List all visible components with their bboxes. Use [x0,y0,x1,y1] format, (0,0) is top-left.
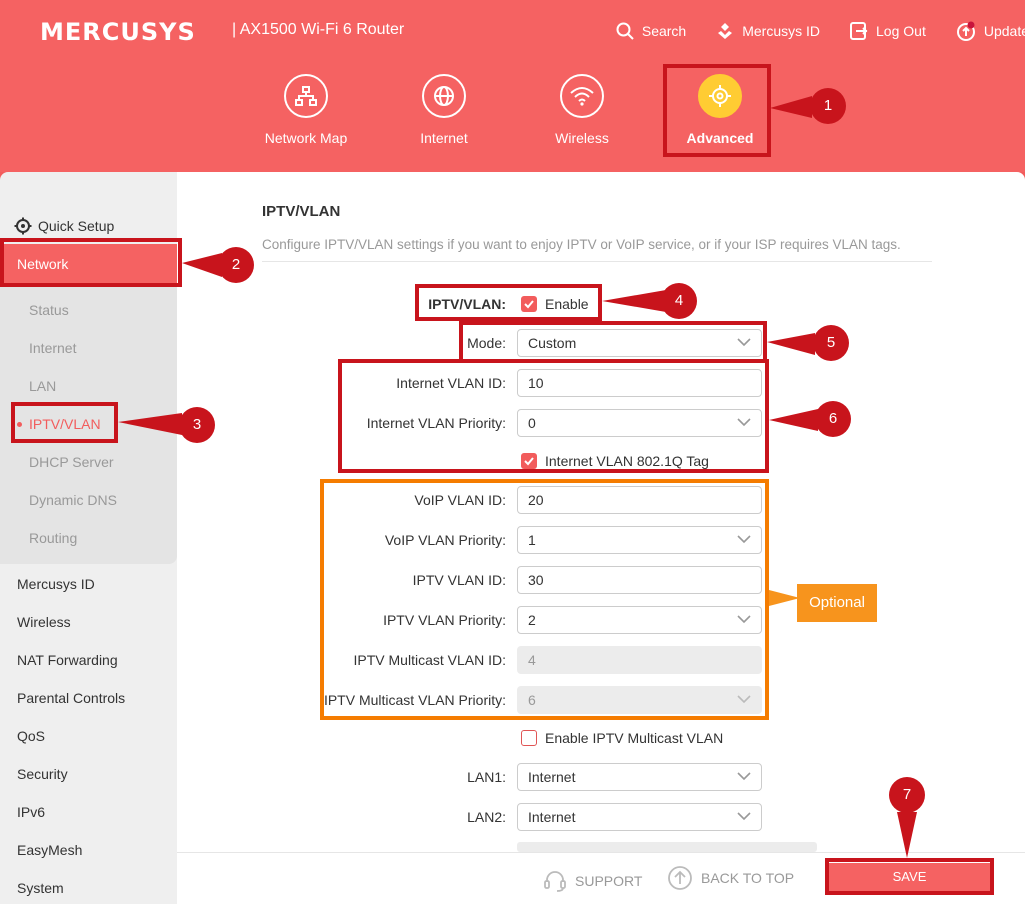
brand-logo: MERCUSYS [40,18,196,46]
lan1-select[interactable]: Internet [517,763,762,791]
enable-multicast-label: Enable IPTV Multicast VLAN [545,730,724,746]
annotation-number-7: 7 [889,777,925,813]
lan2-label: LAN2: [467,809,506,825]
sidebar-item-system[interactable]: System [17,880,64,896]
page-title: IPTV/VLAN [262,203,341,220]
checkbox-unchecked-icon [521,730,537,746]
chevron-down-icon [737,772,751,781]
network-map-icon [284,74,328,118]
search-icon [616,22,634,40]
annotation-number-5: 5 [813,325,849,361]
support-link[interactable]: SUPPORT [543,870,642,892]
back-to-top-link[interactable]: BACK TO TOP [667,865,794,891]
logout-icon [850,22,868,40]
tab-wireless-label: Wireless [555,130,609,146]
next-row-placeholder [517,842,817,852]
annotation-box-7 [825,858,994,895]
update-icon [956,21,975,41]
divider [262,261,932,262]
sidebar-item-nat-forwarding[interactable]: NAT Forwarding [17,652,118,668]
chevron-down-icon [737,812,751,821]
mercusys-id-label: Mercusys ID [742,23,821,39]
tab-network-map[interactable]: Network Map [246,74,366,146]
lan2-value: Internet [528,809,576,825]
sidebar-item-lan[interactable]: LAN [29,378,56,394]
router-model: | AX1500 Wi-Fi 6 Router [232,21,405,38]
lan1-value: Internet [528,769,576,785]
annotation-box-6 [338,359,769,473]
optional-label: Optional [797,584,877,622]
back-to-top-label: BACK TO TOP [701,870,795,886]
mercusys-id-link[interactable]: Mercusys ID [716,20,820,42]
tab-internet[interactable]: Internet [384,74,504,146]
annotation-number-2: 2 [218,247,254,283]
annotation-box-3 [11,402,118,443]
lan1-label: LAN1: [467,769,506,785]
tab-wireless[interactable]: Wireless [522,74,642,146]
logout-link[interactable]: Log Out [850,20,926,42]
annotation-box-1 [663,64,771,157]
user-icon [718,23,733,39]
annotation-box-optional [320,479,769,720]
sidebar-item-dynamic-dns[interactable]: Dynamic DNS [29,492,117,508]
annotation-box-5 [459,321,767,363]
support-label: SUPPORT [575,873,643,889]
sidebar-item-qos[interactable]: QoS [17,728,45,744]
sidebar-item-security[interactable]: Security [17,766,68,782]
tab-network-map-label: Network Map [264,130,348,146]
sidebar-item-quick-setup[interactable]: Quick Setup [14,217,114,235]
logout-label: Log Out [876,23,926,39]
sidebar-item-ipv6[interactable]: IPv6 [17,804,45,820]
page-description: Configure IPTV/VLAN settings if you want… [262,237,901,252]
enable-multicast-checkbox[interactable]: Enable IPTV Multicast VLAN [521,730,723,746]
search-link[interactable]: Search [616,20,686,42]
sidebar-item-easymesh[interactable]: EasyMesh [17,842,82,858]
headset-icon [544,871,566,892]
quick-setup-label: Quick Setup [38,218,115,234]
wifi-icon [560,74,604,118]
arrow-up-circle-icon [668,866,692,890]
annotation-number-4: 4 [661,283,697,319]
update-link[interactable]: Update [956,20,1025,42]
sidebar-item-status[interactable]: Status [29,302,69,318]
annotation-number-6: 6 [815,401,851,437]
annotation-box-2 [0,238,182,287]
lan2-select[interactable]: Internet [517,803,762,831]
sidebar-item-dhcp-server[interactable]: DHCP Server [29,454,114,470]
annotation-number-1: 1 [810,88,846,124]
update-label: Update [983,23,1025,39]
quick-setup-icon [14,217,32,235]
top-links: Search Mercusys ID Log Out Update [616,20,1025,42]
sidebar-item-mercusys-id[interactable]: Mercusys ID [17,576,95,592]
sidebar-item-routing[interactable]: Routing [29,530,77,546]
sidebar-item-parental-controls[interactable]: Parental Controls [17,690,125,706]
annotation-box-4 [415,284,602,321]
tab-internet-label: Internet [420,130,468,146]
search-label: Search [641,23,687,39]
globe-icon [422,74,466,118]
annotation-number-3: 3 [179,407,215,443]
sidebar-item-internet[interactable]: Internet [29,340,76,356]
sidebar-item-wireless[interactable]: Wireless [17,614,71,630]
